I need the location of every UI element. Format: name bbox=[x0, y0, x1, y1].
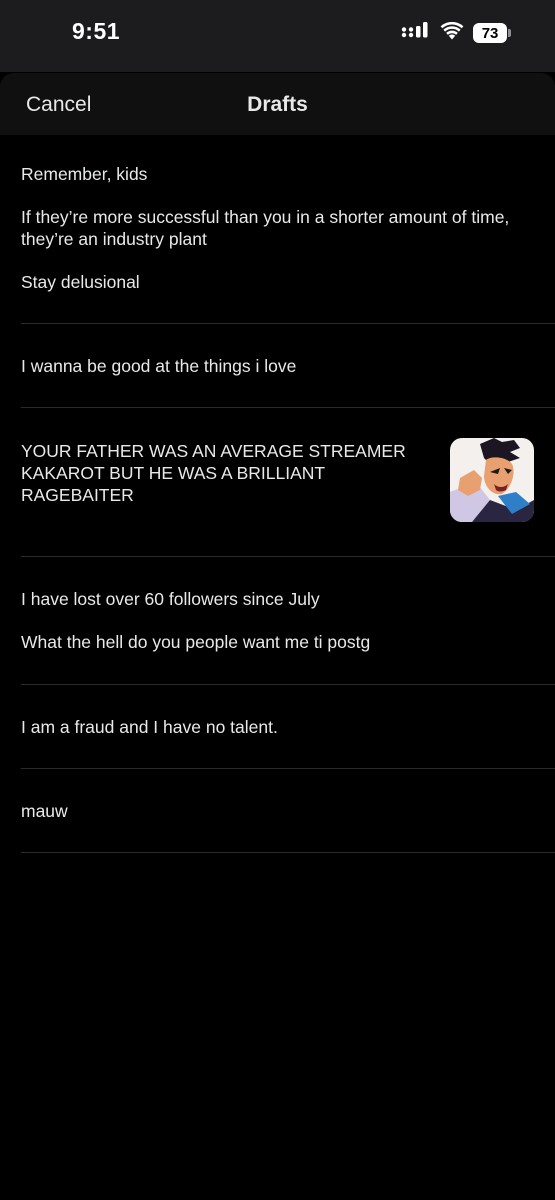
status-icons: 73 bbox=[401, 20, 511, 46]
status-bar: 9:51 73 bbox=[0, 0, 555, 72]
draft-item[interactable]: I have lost over 60 followers since July… bbox=[21, 557, 555, 685]
draft-item[interactable]: I wanna be good at the things i love bbox=[21, 324, 555, 408]
draft-item[interactable]: Remember, kids If they’re more successfu… bbox=[21, 135, 555, 324]
draft-item[interactable]: YOUR FATHER WAS AN AVERAGE STREAMER KAKA… bbox=[21, 408, 555, 557]
draft-text: Stay delusional bbox=[21, 272, 140, 292]
drafts-sheet: Cancel Drafts Remember, kids If they’re … bbox=[0, 73, 555, 1200]
draft-text: Remember, kids bbox=[21, 164, 148, 184]
cancel-button[interactable]: Cancel bbox=[26, 93, 91, 117]
status-time: 9:51 bbox=[72, 18, 121, 44]
sheet-header: Cancel Drafts bbox=[0, 73, 555, 135]
battery-icon: 73 bbox=[473, 22, 511, 44]
draft-image-thumbnail[interactable] bbox=[450, 438, 534, 522]
draft-text: I am a fraud and I have no talent. bbox=[21, 717, 278, 737]
draft-text: What the hell do you people want me ti p… bbox=[21, 632, 371, 652]
wifi-icon bbox=[440, 21, 464, 45]
battery-tip bbox=[508, 29, 511, 37]
drafts-list: Remember, kids If they’re more successfu… bbox=[0, 135, 555, 853]
draft-text: mauw bbox=[21, 801, 68, 821]
battery-level: 73 bbox=[473, 23, 508, 43]
draft-text: I wanna be good at the things i love bbox=[21, 356, 297, 376]
draft-item[interactable]: mauw bbox=[21, 769, 555, 853]
draft-text: If they’re more successful than you in a… bbox=[21, 207, 510, 249]
draft-item[interactable]: I am a fraud and I have no talent. bbox=[21, 685, 555, 769]
cellular-signal-icon bbox=[401, 21, 431, 46]
draft-text: I have lost over 60 followers since July bbox=[21, 589, 320, 609]
